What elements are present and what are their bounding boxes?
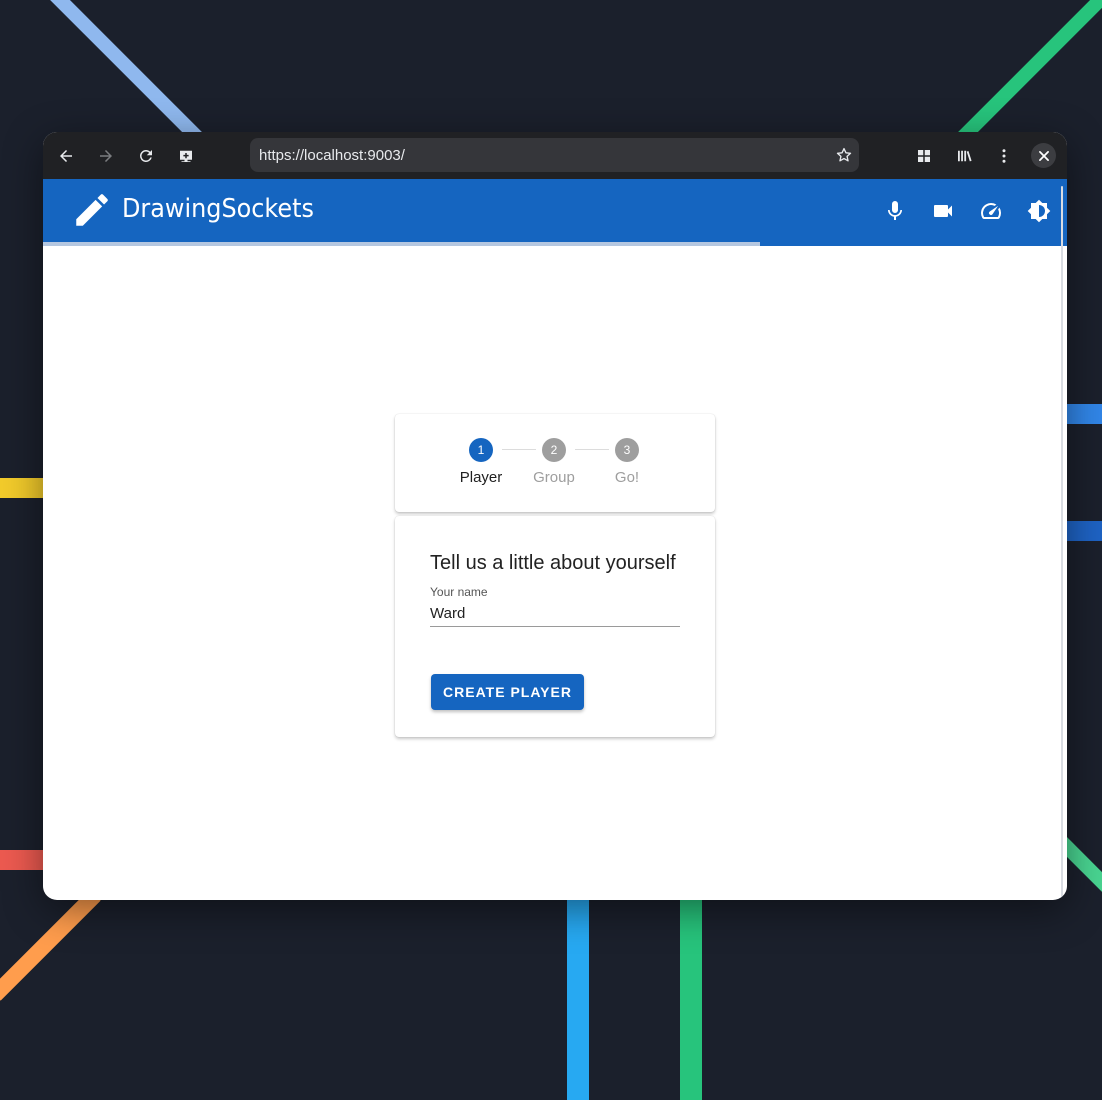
app-title: DrawingSockets: [122, 194, 314, 224]
loading-progress-bar: [43, 242, 1067, 246]
microphone-button[interactable]: [880, 196, 910, 226]
star-icon: [836, 147, 852, 162]
reload-icon: [139, 149, 152, 162]
library-button[interactable]: [951, 143, 977, 169]
scrollbar[interactable]: [1061, 186, 1063, 898]
browser-window: DrawingSockets 1 Player 2 Group 3 Go!: [43, 132, 1067, 900]
back-button[interactable]: [53, 143, 79, 169]
cast-icon: [180, 150, 192, 162]
step-number: 1: [469, 438, 493, 462]
app-bar: DrawingSockets: [43, 179, 1067, 242]
name-input[interactable]: [430, 600, 680, 627]
pencil-icon: [76, 194, 108, 226]
bookmark-button[interactable]: [834, 145, 854, 165]
step-group[interactable]: 2 Group: [514, 438, 594, 486]
form-heading: Tell us a little about yourself: [430, 552, 676, 574]
library-icon: [958, 150, 972, 162]
url-input[interactable]: [259, 138, 819, 172]
step-number: 2: [542, 438, 566, 462]
menu-button[interactable]: [991, 143, 1017, 169]
name-field-label: Your name: [430, 585, 488, 599]
step-label: Group: [533, 469, 575, 486]
screencast-button[interactable]: [173, 143, 199, 169]
step-label: Player: [459, 469, 503, 486]
speedometer-button[interactable]: [976, 196, 1006, 226]
video-camera-button[interactable]: [928, 196, 958, 226]
address-bar[interactable]: [250, 138, 859, 172]
arrow-right-icon: [100, 150, 112, 162]
close-icon: [1038, 150, 1049, 161]
arrow-left-icon: [60, 150, 72, 162]
step-player[interactable]: 1 Player: [441, 438, 521, 486]
step-label: Go!: [614, 469, 640, 486]
player-form: Tell us a little about yourself Your nam…: [395, 516, 715, 737]
step-go[interactable]: 3 Go!: [587, 438, 667, 486]
speedometer-icon: [981, 203, 1001, 220]
grid-icon: [918, 150, 930, 162]
apps-button[interactable]: [911, 143, 937, 169]
video-camera-icon: [934, 205, 952, 217]
reload-button[interactable]: [133, 143, 159, 169]
step-number: 3: [615, 438, 639, 462]
kebab-menu-icon: [1002, 149, 1006, 163]
close-button[interactable]: [1031, 143, 1056, 168]
create-player-button[interactable]: CREATE PLAYER: [431, 674, 584, 710]
brightness-button[interactable]: [1024, 196, 1054, 226]
brightness-icon: [1027, 199, 1051, 223]
microphone-icon: [888, 201, 902, 220]
forward-button[interactable]: [93, 143, 119, 169]
browser-toolbar: [43, 132, 1067, 179]
loading-progress-fill: [43, 242, 760, 246]
stepper: 1 Player 2 Group 3 Go!: [395, 414, 715, 512]
